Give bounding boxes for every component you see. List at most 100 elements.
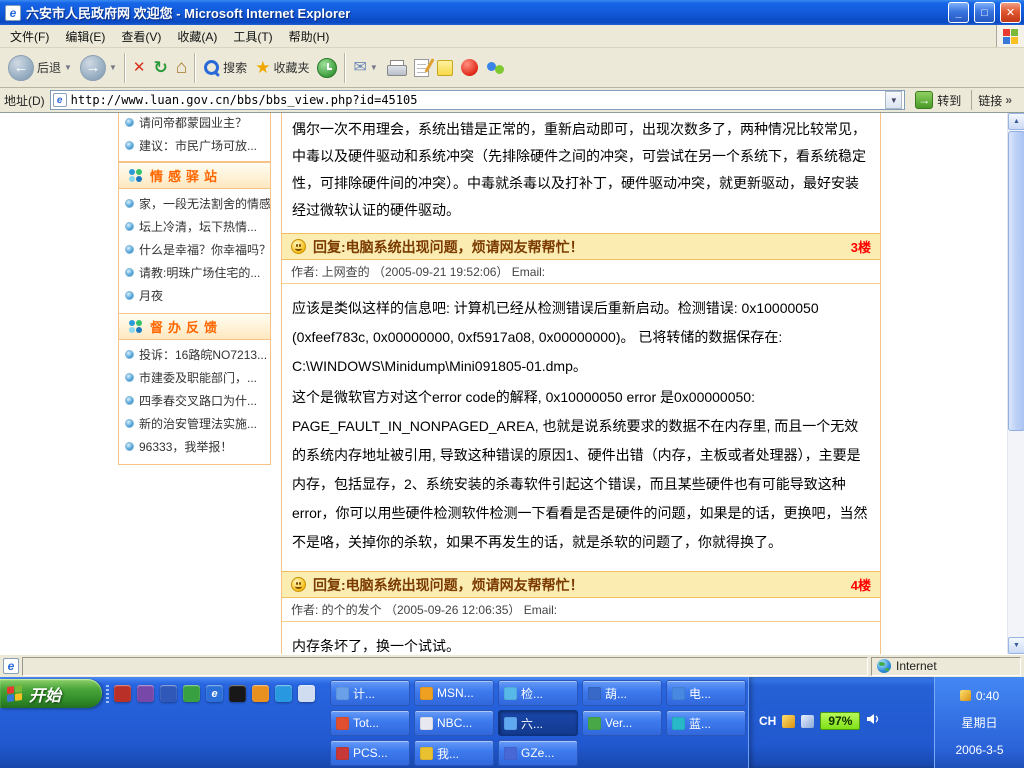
sidebar-topic-link[interactable]: 投诉：16路皖NO7213... [119,343,270,366]
taskbar-window-button[interactable]: 我... [414,740,494,766]
minimize-button[interactable]: _ [948,2,969,23]
taskbar-window-button[interactable]: 电... [666,680,746,706]
sidebar-topic-link[interactable]: 四季春交叉路口为什... [119,389,270,412]
note-icon [437,60,453,76]
sidebar-topic-link[interactable]: 请教:明珠广场住宅的... [119,261,270,284]
clock-time-row: 0:40 [960,689,999,703]
quick-launch-icon[interactable] [252,685,269,702]
volume-icon[interactable] [866,712,881,731]
bullet-icon [125,291,134,300]
menu-favorites[interactable]: 收藏(A) [169,26,225,47]
close-button[interactable]: ✕ [1000,2,1021,23]
taskbar-window-button[interactable]: PCS... [330,740,410,766]
app-icon [420,717,433,730]
reply-body-text: 偶尔一次不用理会，系统出错是正常的，重新启动即可，出现次数多了，两种情况比较常见… [282,113,880,233]
quick-launch-icon[interactable] [137,685,154,702]
task-label: 蓝... [689,715,711,732]
refresh-button[interactable]: ↻ [149,57,171,78]
status-bar: e Internet [0,654,1024,677]
start-button[interactable]: 开始 [0,679,102,708]
sidebar-topic-link[interactable]: 96333，我举报！ [119,435,270,458]
topic-link-label: 投诉：16路皖NO7213... [139,346,267,363]
taskbar-window-button[interactable]: 检... [498,680,578,706]
ime-indicator[interactable]: CH [759,714,776,728]
app-icon [504,747,517,760]
quick-launch-icon[interactable] [183,685,200,702]
app-icon [672,717,685,730]
taskbar-window-button[interactable]: 蓝... [666,710,746,736]
stop-button[interactable]: ✕ [129,58,150,77]
battery-indicator[interactable]: 97% [820,712,860,730]
menu-tools[interactable]: 工具(T) [225,26,280,47]
quick-launch-icon[interactable] [275,685,292,702]
messenger-button[interactable] [482,58,509,78]
address-input[interactable] [71,92,882,108]
qq-quick-launch-icon[interactable] [229,685,246,702]
mail-dropdown-icon[interactable]: ▼ [370,63,378,72]
sidebar-topic-link[interactable]: 家，一段无法割舍的情感 [119,192,270,215]
favorites-button[interactable]: ★ 收藏夹 [251,57,313,78]
refresh-icon: ↻ [153,59,167,76]
address-dropdown-icon[interactable]: ▼ [885,91,902,109]
bullet-icon [125,268,134,277]
mail-button[interactable]: ✉ ▼ [349,58,381,78]
task-label: 检... [521,685,543,702]
print-button[interactable] [382,58,410,78]
reply-author-line: 作者: 的个的发个 （2005-09-26 12:06:35） Email: [282,598,880,622]
history-button[interactable] [313,56,341,80]
show-desktop-icon[interactable] [298,685,315,702]
back-dropdown-icon[interactable]: ▼ [64,63,72,72]
taskbar-window-button[interactable]: 葫... [582,680,662,706]
notes-button[interactable] [433,58,457,78]
menu-view[interactable]: 查看(V) [113,26,169,47]
ie-document-icon: e [5,5,21,21]
quick-launch-handle[interactable] [106,685,109,703]
vertical-scrollbar[interactable]: ▲ ▼ [1007,113,1024,654]
sidebar-section-feedback-header: 督办反馈 [119,313,270,340]
sidebar-topic-link[interactable]: 请问帝都蒙园业主？ [119,113,270,134]
taskbar-window-button-active[interactable]: 六... [498,710,578,736]
taskbar-window-button[interactable]: Tot... [330,710,410,736]
edit-button[interactable] [410,57,433,79]
search-button[interactable]: 搜索 [199,57,251,78]
taskbar-window-button[interactable]: NBC... [414,710,494,736]
scroll-up-icon[interactable]: ▲ [1008,113,1024,130]
taskbar-window-button[interactable]: GZe... [498,740,578,766]
power-icon[interactable] [960,690,971,701]
maximize-button[interactable]: □ [974,2,995,23]
ie-quick-launch-icon[interactable]: e [206,685,223,702]
forward-dropdown-icon[interactable]: ▼ [109,63,117,72]
links-button[interactable]: 链接 » [971,90,1020,110]
tray-app-icon[interactable] [801,715,814,728]
taskbar-window-button[interactable]: MSN... [414,680,494,706]
sidebar-topic-link[interactable]: 市建委及职能部门，... [119,366,270,389]
forward-button[interactable]: → ▼ [76,53,121,83]
sidebar-topic-link[interactable]: 坛上冷清，坛下热情... [119,215,270,238]
menu-file[interactable]: 文件(F) [2,26,57,47]
tray-app-icon[interactable] [782,715,795,728]
section-clover-icon [128,319,143,334]
go-button[interactable]: → 转到 [910,90,966,110]
back-button[interactable]: ← 后退 ▼ [4,53,76,83]
quick-launch-icon[interactable] [114,685,131,702]
sidebar-topic-link[interactable]: 月夜 [119,284,270,307]
home-button[interactable]: ⌂ [172,56,191,79]
menu-edit[interactable]: 编辑(E) [57,26,113,47]
qq-button[interactable] [457,57,482,78]
topic-link-label: 月夜 [139,287,163,304]
sidebar-topic-link[interactable]: 什么是幸福？你幸福吗？ [119,238,270,261]
quick-launch-icon[interactable] [160,685,177,702]
scrollbar-thumb[interactable] [1008,131,1024,431]
clock-panel: 0:40 星期日 2006-3-5 [934,677,1024,768]
system-tray-icons: CH 97% [759,709,881,733]
menu-help[interactable]: 帮助(H) [281,26,338,47]
taskbar-window-button[interactable]: Ver... [582,710,662,736]
bullet-icon [125,222,134,231]
app-icon [672,687,685,700]
sidebar-topic-link[interactable]: 新的治安管理法实施... [119,412,270,435]
bullet-icon [125,141,134,150]
scroll-down-icon[interactable]: ▼ [1008,637,1024,654]
taskbar-window-button[interactable]: 计... [330,680,410,706]
sidebar-topic-link[interactable]: 建议：市民广场可放... [119,134,270,157]
address-field: e ▼ [50,90,906,110]
